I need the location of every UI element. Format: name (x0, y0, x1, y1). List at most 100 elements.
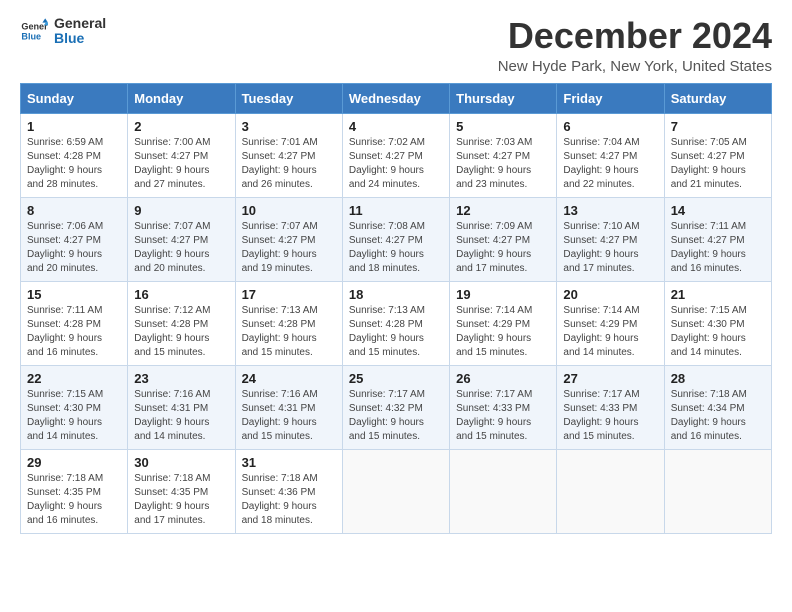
table-row: 31 Sunrise: 7:18 AMSunset: 4:36 PMDaylig… (235, 449, 342, 533)
day-number: 13 (563, 203, 657, 218)
logo-blue: Blue (54, 31, 106, 46)
col-tuesday: Tuesday (235, 83, 342, 113)
day-number: 9 (134, 203, 228, 218)
table-row: 16 Sunrise: 7:12 AMSunset: 4:28 PMDaylig… (128, 281, 235, 365)
day-info: Sunrise: 7:17 AMSunset: 4:33 PMDaylight:… (456, 389, 532, 442)
day-number: 10 (242, 203, 336, 218)
day-info: Sunrise: 7:15 AMSunset: 4:30 PMDaylight:… (671, 305, 747, 358)
day-number: 22 (27, 371, 121, 386)
day-info: Sunrise: 7:05 AMSunset: 4:27 PMDaylight:… (671, 137, 747, 190)
day-info: Sunrise: 7:12 AMSunset: 4:28 PMDaylight:… (134, 305, 210, 358)
table-row (557, 449, 664, 533)
day-number: 20 (563, 287, 657, 302)
day-number: 30 (134, 455, 228, 470)
day-number: 8 (27, 203, 121, 218)
table-row: 19 Sunrise: 7:14 AMSunset: 4:29 PMDaylig… (450, 281, 557, 365)
day-info: Sunrise: 7:16 AMSunset: 4:31 PMDaylight:… (242, 389, 318, 442)
table-row: 27 Sunrise: 7:17 AMSunset: 4:33 PMDaylig… (557, 365, 664, 449)
table-row: 21 Sunrise: 7:15 AMSunset: 4:30 PMDaylig… (664, 281, 771, 365)
calendar-week-2: 8 Sunrise: 7:06 AMSunset: 4:27 PMDayligh… (21, 197, 772, 281)
day-info: Sunrise: 7:06 AMSunset: 4:27 PMDaylight:… (27, 221, 103, 274)
table-row: 18 Sunrise: 7:13 AMSunset: 4:28 PMDaylig… (342, 281, 449, 365)
header-row: Sunday Monday Tuesday Wednesday Thursday… (21, 83, 772, 113)
logo-icon: General Blue (20, 17, 48, 45)
calendar-week-5: 29 Sunrise: 7:18 AMSunset: 4:35 PMDaylig… (21, 449, 772, 533)
day-info: Sunrise: 7:03 AMSunset: 4:27 PMDaylight:… (456, 137, 532, 190)
day-info: Sunrise: 7:18 AMSunset: 4:35 PMDaylight:… (134, 473, 210, 526)
day-number: 7 (671, 119, 765, 134)
day-number: 25 (349, 371, 443, 386)
svg-text:General: General (21, 22, 48, 32)
day-info: Sunrise: 7:11 AMSunset: 4:28 PMDaylight:… (27, 305, 102, 358)
day-info: Sunrise: 7:04 AMSunset: 4:27 PMDaylight:… (563, 137, 639, 190)
table-row: 23 Sunrise: 7:16 AMSunset: 4:31 PMDaylig… (128, 365, 235, 449)
table-row: 11 Sunrise: 7:08 AMSunset: 4:27 PMDaylig… (342, 197, 449, 281)
day-info: Sunrise: 7:02 AMSunset: 4:27 PMDaylight:… (349, 137, 425, 190)
day-info: Sunrise: 7:15 AMSunset: 4:30 PMDaylight:… (27, 389, 103, 442)
day-info: Sunrise: 7:07 AMSunset: 4:27 PMDaylight:… (242, 221, 318, 274)
table-row: 30 Sunrise: 7:18 AMSunset: 4:35 PMDaylig… (128, 449, 235, 533)
logo: General Blue General Blue (20, 16, 106, 47)
day-number: 21 (671, 287, 765, 302)
table-row: 29 Sunrise: 7:18 AMSunset: 4:35 PMDaylig… (21, 449, 128, 533)
table-row: 8 Sunrise: 7:06 AMSunset: 4:27 PMDayligh… (21, 197, 128, 281)
day-number: 14 (671, 203, 765, 218)
table-row: 4 Sunrise: 7:02 AMSunset: 4:27 PMDayligh… (342, 113, 449, 197)
day-number: 29 (27, 455, 121, 470)
day-number: 2 (134, 119, 228, 134)
day-info: Sunrise: 7:13 AMSunset: 4:28 PMDaylight:… (242, 305, 318, 358)
day-info: Sunrise: 7:00 AMSunset: 4:27 PMDaylight:… (134, 137, 210, 190)
col-saturday: Saturday (664, 83, 771, 113)
calendar-week-1: 1 Sunrise: 6:59 AMSunset: 4:28 PMDayligh… (21, 113, 772, 197)
day-number: 6 (563, 119, 657, 134)
day-number: 26 (456, 371, 550, 386)
day-info: Sunrise: 7:18 AMSunset: 4:36 PMDaylight:… (242, 473, 318, 526)
col-friday: Friday (557, 83, 664, 113)
day-info: Sunrise: 7:10 AMSunset: 4:27 PMDaylight:… (563, 221, 639, 274)
day-info: Sunrise: 7:17 AMSunset: 4:32 PMDaylight:… (349, 389, 425, 442)
calendar-table: Sunday Monday Tuesday Wednesday Thursday… (20, 83, 772, 534)
day-info: Sunrise: 7:01 AMSunset: 4:27 PMDaylight:… (242, 137, 318, 190)
day-number: 12 (456, 203, 550, 218)
table-row: 9 Sunrise: 7:07 AMSunset: 4:27 PMDayligh… (128, 197, 235, 281)
table-row: 12 Sunrise: 7:09 AMSunset: 4:27 PMDaylig… (450, 197, 557, 281)
header: General Blue General Blue December 2024 … (20, 16, 772, 75)
table-row: 3 Sunrise: 7:01 AMSunset: 4:27 PMDayligh… (235, 113, 342, 197)
day-info: Sunrise: 7:07 AMSunset: 4:27 PMDaylight:… (134, 221, 210, 274)
table-row (664, 449, 771, 533)
table-row: 6 Sunrise: 7:04 AMSunset: 4:27 PMDayligh… (557, 113, 664, 197)
day-number: 23 (134, 371, 228, 386)
svg-text:Blue: Blue (21, 32, 41, 42)
day-number: 3 (242, 119, 336, 134)
day-number: 16 (134, 287, 228, 302)
title-block: December 2024 New Hyde Park, New York, U… (498, 16, 772, 75)
day-number: 28 (671, 371, 765, 386)
day-number: 31 (242, 455, 336, 470)
table-row (342, 449, 449, 533)
day-info: Sunrise: 7:11 AMSunset: 4:27 PMDaylight:… (671, 221, 746, 274)
day-number: 4 (349, 119, 443, 134)
table-row: 2 Sunrise: 7:00 AMSunset: 4:27 PMDayligh… (128, 113, 235, 197)
table-row: 7 Sunrise: 7:05 AMSunset: 4:27 PMDayligh… (664, 113, 771, 197)
day-info: Sunrise: 7:14 AMSunset: 4:29 PMDaylight:… (563, 305, 639, 358)
table-row: 20 Sunrise: 7:14 AMSunset: 4:29 PMDaylig… (557, 281, 664, 365)
table-row: 24 Sunrise: 7:16 AMSunset: 4:31 PMDaylig… (235, 365, 342, 449)
day-number: 18 (349, 287, 443, 302)
day-info: Sunrise: 7:18 AMSunset: 4:35 PMDaylight:… (27, 473, 103, 526)
table-row: 17 Sunrise: 7:13 AMSunset: 4:28 PMDaylig… (235, 281, 342, 365)
day-info: Sunrise: 7:09 AMSunset: 4:27 PMDaylight:… (456, 221, 532, 274)
day-info: Sunrise: 7:18 AMSunset: 4:34 PMDaylight:… (671, 389, 747, 442)
table-row (450, 449, 557, 533)
day-info: Sunrise: 7:08 AMSunset: 4:27 PMDaylight:… (349, 221, 425, 274)
col-monday: Monday (128, 83, 235, 113)
calendar-title: December 2024 (498, 16, 772, 56)
day-info: Sunrise: 6:59 AMSunset: 4:28 PMDaylight:… (27, 137, 103, 190)
table-row: 25 Sunrise: 7:17 AMSunset: 4:32 PMDaylig… (342, 365, 449, 449)
day-info: Sunrise: 7:13 AMSunset: 4:28 PMDaylight:… (349, 305, 425, 358)
day-number: 1 (27, 119, 121, 134)
table-row: 1 Sunrise: 6:59 AMSunset: 4:28 PMDayligh… (21, 113, 128, 197)
table-row: 10 Sunrise: 7:07 AMSunset: 4:27 PMDaylig… (235, 197, 342, 281)
day-number: 15 (27, 287, 121, 302)
day-info: Sunrise: 7:16 AMSunset: 4:31 PMDaylight:… (134, 389, 210, 442)
table-row: 15 Sunrise: 7:11 AMSunset: 4:28 PMDaylig… (21, 281, 128, 365)
